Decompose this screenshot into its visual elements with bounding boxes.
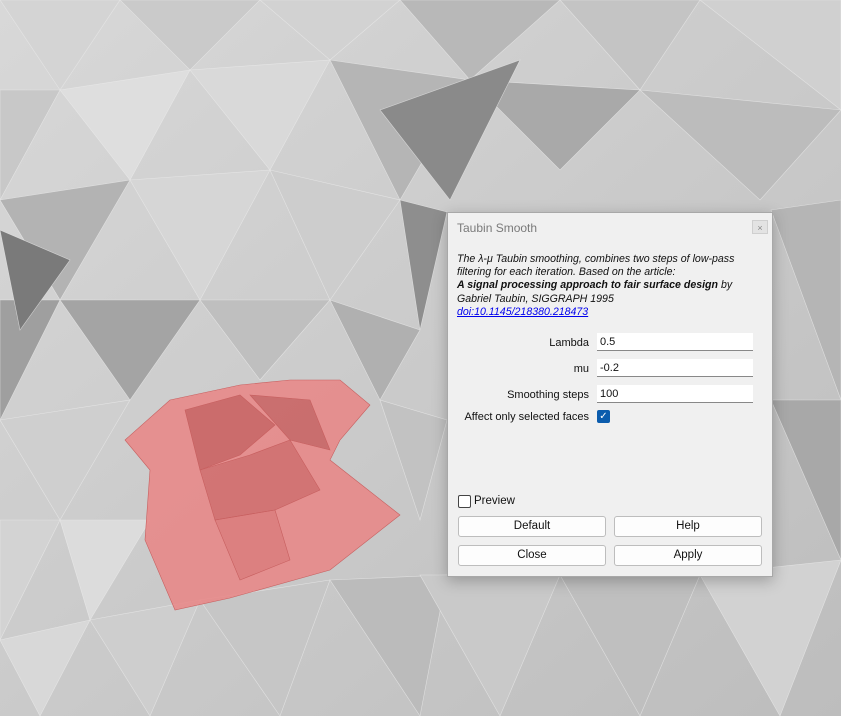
close-icon[interactable]: ×: [752, 220, 768, 234]
preview-checkbox[interactable]: [458, 495, 471, 508]
lambda-mu-symbol: λ-μ: [478, 253, 493, 265]
article-title: A signal processing approach to fair sur…: [457, 279, 718, 292]
preview-label: Preview: [474, 495, 515, 507]
help-button[interactable]: Help: [614, 516, 762, 537]
affect-selected-checkbox[interactable]: ✓: [597, 410, 610, 423]
desc-by: by: [718, 279, 733, 292]
filter-description: The λ-μ Taubin smoothing, combines two s…: [457, 253, 767, 319]
desc-line1-suffix: Taubin smoothing, combines two steps of …: [492, 253, 735, 265]
desc-line2: filtering for each iteration. Based on t…: [457, 266, 676, 279]
mu-input[interactable]: [597, 359, 753, 377]
apply-button[interactable]: Apply: [614, 545, 762, 566]
dialog-title: Taubin Smooth: [457, 221, 538, 235]
doi-link[interactable]: doi:10.1145/218380.218473: [457, 306, 588, 318]
desc-line1-prefix: The: [457, 253, 479, 265]
affect-selected-label: Affect only selected faces: [464, 411, 589, 423]
lambda-input[interactable]: [597, 333, 753, 351]
mu-label: mu: [573, 363, 589, 375]
close-button[interactable]: Close: [458, 545, 606, 566]
lambda-label: Lambda: [549, 337, 589, 349]
smoothing-steps-input[interactable]: [597, 385, 753, 403]
default-button[interactable]: Default: [458, 516, 606, 537]
dialog-titlebar[interactable]: Taubin Smooth ×: [448, 213, 772, 241]
taubin-smooth-dialog: Taubin Smooth × The λ-μ Taubin smoothing…: [447, 212, 773, 577]
smoothing-steps-label: Smoothing steps: [507, 389, 589, 401]
article-author: Gabriel Taubin, SIGGRAPH 1995: [457, 292, 614, 305]
